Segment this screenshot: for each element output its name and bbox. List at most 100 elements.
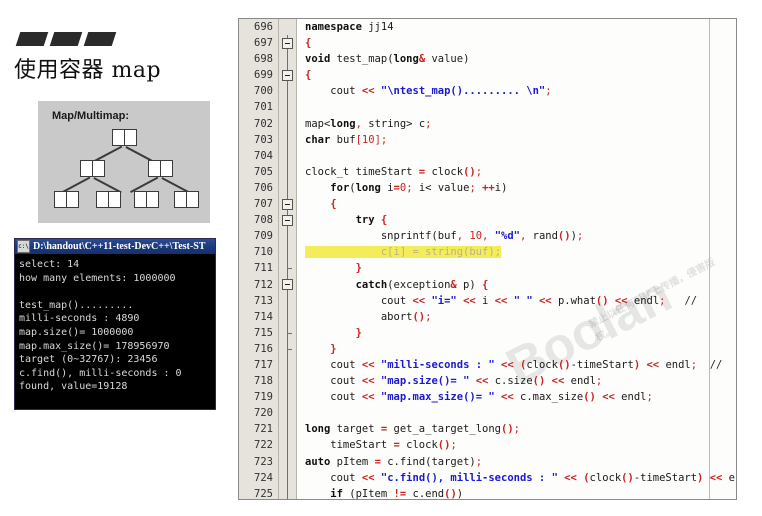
- code-line[interactable]: 711 }: [239, 260, 736, 276]
- line-number: 696: [239, 19, 279, 35]
- line-number: 712: [239, 277, 279, 293]
- line-number: 723: [239, 454, 279, 470]
- console-window[interactable]: c:\ D:\handout\C++11-test-DevC++\Test-ST…: [14, 238, 216, 410]
- code-line[interactable]: 719 cout << "map.max_size()= " << c.max_…: [239, 389, 736, 405]
- tree-node-cell: [66, 192, 78, 207]
- code-line[interactable]: 701: [239, 99, 736, 115]
- code-line[interactable]: 722 timeStart = clock();: [239, 437, 736, 453]
- line-number: 704: [239, 148, 279, 164]
- code-line[interactable]: 702map<long, string> c;: [239, 116, 736, 132]
- fold-guide-line: [279, 486, 297, 500]
- line-number: 710: [239, 244, 279, 260]
- title-bullet-decoration: [18, 32, 114, 46]
- code-line-text: timeStart = clock();: [297, 437, 736, 453]
- fold-toggle-icon[interactable]: [279, 35, 297, 51]
- fold-guide-line: [279, 405, 297, 421]
- line-number: 709: [239, 228, 279, 244]
- fold-column: [279, 19, 297, 35]
- console-titlebar[interactable]: c:\ D:\handout\C++11-test-DevC++\Test-ST: [15, 239, 215, 254]
- code-line[interactable]: 698void test_map(long& value): [239, 51, 736, 67]
- code-line-text: cout << "\ntest_map()......... \n";: [297, 83, 736, 99]
- tree-node-cell: [81, 161, 92, 176]
- code-line[interactable]: 718 cout << "map.size()= " << c.size() <…: [239, 373, 736, 389]
- tree-node-leaf-2: [96, 191, 121, 208]
- fold-toggle-icon[interactable]: [279, 212, 297, 228]
- fold-toggle-icon[interactable]: [279, 277, 297, 293]
- code-line[interactable]: 710 c[i] = string(buf);: [239, 244, 736, 260]
- code-line[interactable]: 703char buf[10];: [239, 132, 736, 148]
- fold-end-marker: [279, 341, 297, 357]
- code-line[interactable]: 705clock_t timeStart = clock();: [239, 164, 736, 180]
- bullet-square-icon-1: [16, 32, 49, 46]
- tree-node-cell: [97, 192, 108, 207]
- tree-node-level2-left: [80, 160, 105, 177]
- tree-node-cell: [160, 161, 172, 176]
- slide-pane: 使用容器 map Map/Multimap:: [0, 0, 232, 516]
- code-line[interactable]: 707 {: [239, 196, 736, 212]
- console-line: c.find(), milli-seconds : 0: [19, 367, 213, 381]
- code-line[interactable]: 697 {: [239, 35, 736, 51]
- highlight-marker: c[i] = string(buf);: [305, 246, 501, 258]
- code-line[interactable]: 720: [239, 405, 736, 421]
- line-number: 699: [239, 67, 279, 83]
- code-line-text: snprintf(buf, 10, "%d", rand());: [297, 228, 736, 244]
- code-line[interactable]: 723auto pItem = c.find(target);: [239, 454, 736, 470]
- code-line-text: if (pItem != c.end()): [297, 486, 736, 500]
- fold-guide-line: [279, 148, 297, 164]
- code-line[interactable]: 712 catch(exception& p) {: [239, 277, 736, 293]
- line-number: 714: [239, 309, 279, 325]
- line-number: 716: [239, 341, 279, 357]
- code-line-text: {: [297, 35, 736, 51]
- code-line[interactable]: 704: [239, 148, 736, 164]
- line-number: 697: [239, 35, 279, 51]
- line-number: 721: [239, 421, 279, 437]
- tree-figure-caption: Map/Multimap:: [52, 110, 129, 122]
- code-line[interactable]: 714 abort();: [239, 309, 736, 325]
- fold-toggle-icon[interactable]: [279, 196, 297, 212]
- code-line[interactable]: 725 if (pItem != c.end()): [239, 486, 736, 500]
- code-line[interactable]: 706 for(long i=0; i< value; ++i): [239, 180, 736, 196]
- fold-toggle-icon[interactable]: [279, 67, 297, 83]
- code-line[interactable]: 715 }: [239, 325, 736, 341]
- console-output-text: select: 14how many elements: 1000000test…: [15, 254, 215, 396]
- code-line[interactable]: 699 {: [239, 67, 736, 83]
- line-number: 706: [239, 180, 279, 196]
- code-line-text: long target = get_a_target_long();: [297, 421, 736, 437]
- fold-guide-line: [279, 293, 297, 309]
- code-line[interactable]: 713 cout << "i=" << i << " " << p.what()…: [239, 293, 736, 309]
- map-multimap-tree-figure: Map/Multimap:: [38, 101, 210, 223]
- code-line-text: try {: [297, 212, 736, 228]
- code-line[interactable]: 709 snprintf(buf, 10, "%d", rand());: [239, 228, 736, 244]
- code-line-text: }: [297, 341, 736, 357]
- code-line[interactable]: 724 cout << "c.find(), milli-seconds : "…: [239, 470, 736, 486]
- code-editor-panel[interactable]: Boolan 禁止以任何形式上传播，侵害版权。 览网 传播，侵害版权。 696n…: [238, 18, 737, 500]
- code-line-text: cout << "c.find(), milli-seconds : " << …: [297, 470, 737, 486]
- fold-guide-line: [279, 470, 297, 486]
- line-number: 711: [239, 260, 279, 276]
- code-line[interactable]: 700 cout << "\ntest_map()......... \n";: [239, 83, 736, 99]
- console-blank-line: [19, 285, 213, 299]
- code-line[interactable]: 696namespace jj14: [239, 19, 736, 35]
- line-number: 722: [239, 437, 279, 453]
- line-number: 713: [239, 293, 279, 309]
- line-number: 719: [239, 389, 279, 405]
- line-number: 725: [239, 486, 279, 500]
- fold-guide-line: [279, 389, 297, 405]
- tree-node-leaf-3: [134, 191, 159, 208]
- code-line[interactable]: 721 long target = get_a_target_long();: [239, 421, 736, 437]
- code-line-text: void test_map(long& value): [297, 51, 736, 67]
- code-line-text: {: [297, 67, 736, 83]
- slide-title: 使用容器 map: [14, 52, 161, 84]
- code-line-text: [297, 148, 736, 164]
- fold-guide-line: [279, 51, 297, 67]
- tree-node-leaf-4: [174, 191, 199, 208]
- fold-guide-line: [279, 454, 297, 470]
- code-line[interactable]: 716 }: [239, 341, 736, 357]
- tree-node-cell: [186, 192, 198, 207]
- console-line: target (0~32767): 23456: [19, 353, 213, 367]
- code-line[interactable]: 708 try {: [239, 212, 736, 228]
- code-line-text: cout << "milli-seconds : " << (clock()-t…: [297, 357, 736, 373]
- code-line-list: 696namespace jj14697 {698void test_map(lo…: [239, 19, 736, 500]
- code-line[interactable]: 717 cout << "milli-seconds : " << (clock…: [239, 357, 736, 373]
- bullet-square-icon-2: [50, 32, 83, 46]
